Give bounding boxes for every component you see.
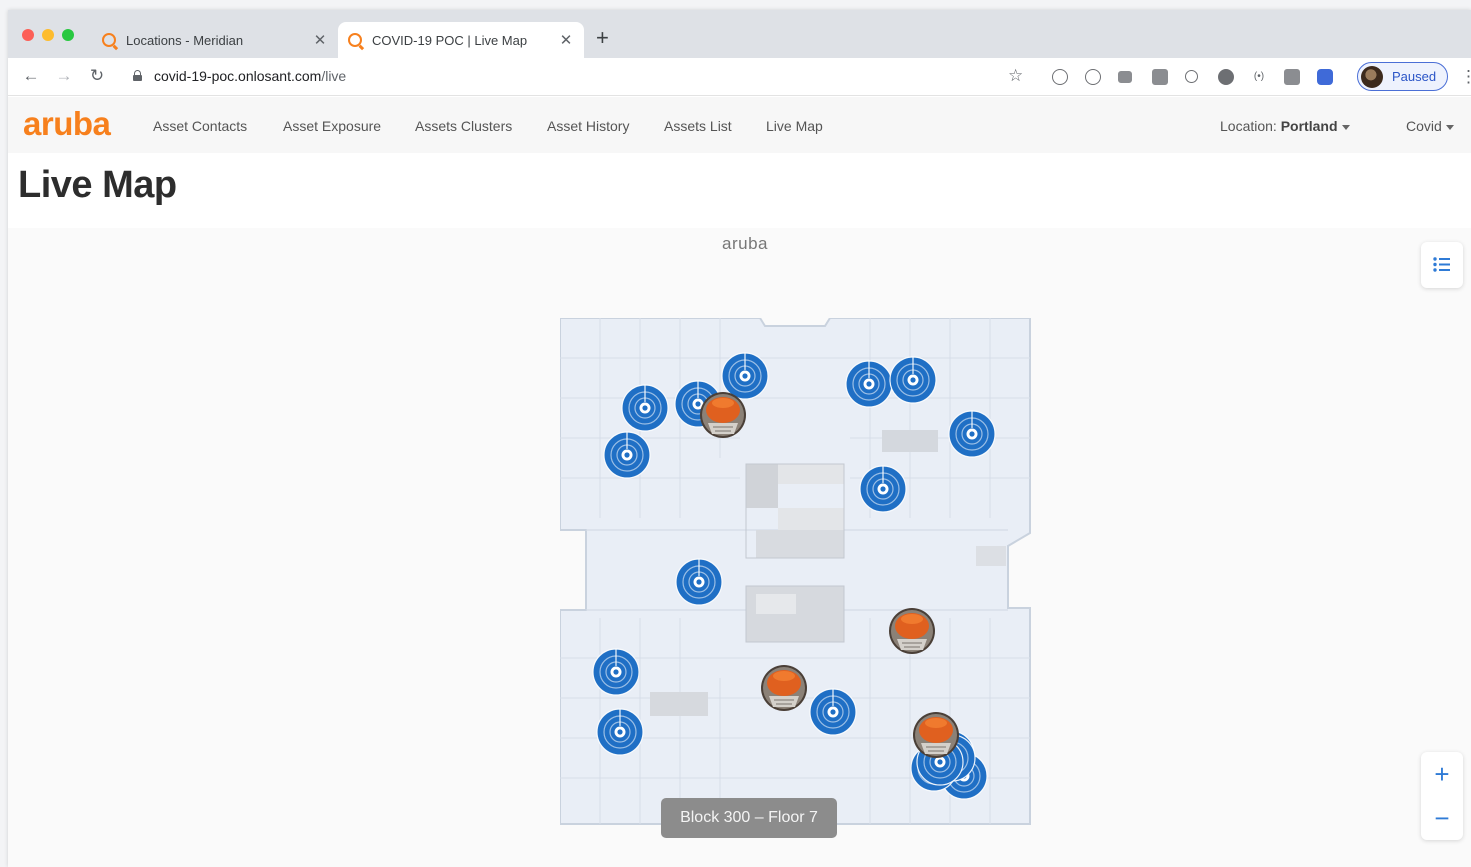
profile-button[interactable]: Paused bbox=[1357, 62, 1448, 91]
tab-strip: Locations - Meridian ✕ COVID-19 POC | Li… bbox=[8, 10, 1471, 58]
lock-icon[interactable] bbox=[133, 70, 142, 81]
profile-status: Paused bbox=[1392, 69, 1437, 84]
face-extension-icon[interactable] bbox=[1085, 69, 1101, 85]
browser-toolbar: ← → ↻ covid-19-poc.onlosant.com/live ☆ (… bbox=[8, 58, 1471, 96]
asset-marker[interactable] bbox=[889, 356, 937, 404]
url-host: covid-19-poc.onlosant.com bbox=[154, 68, 322, 84]
timer-extension-icon[interactable] bbox=[1185, 70, 1198, 83]
tab-title: Locations - Meridian bbox=[126, 32, 244, 48]
calendar-extension-icon[interactable] bbox=[1152, 69, 1168, 85]
nav-asset-contacts[interactable]: Asset Contacts bbox=[153, 118, 247, 134]
zoom-controls: + − bbox=[1421, 752, 1463, 840]
browser-menu-kebab-icon[interactable]: ⋮ bbox=[1460, 67, 1471, 87]
circle-extension-icon[interactable] bbox=[1218, 69, 1234, 85]
close-tab-icon[interactable]: ✕ bbox=[558, 31, 574, 49]
new-tab-plus-icon[interactable]: + bbox=[596, 27, 609, 49]
asset-marker[interactable] bbox=[845, 360, 893, 408]
zoom-out-minus-icon[interactable]: − bbox=[1421, 796, 1463, 840]
nav-live-map[interactable]: Live Map bbox=[766, 118, 823, 134]
meridian-favicon-icon bbox=[348, 33, 362, 47]
chevron-down-icon bbox=[1445, 124, 1454, 130]
reload-icon[interactable]: ↻ bbox=[86, 66, 108, 86]
broadcast-extension-icon[interactable]: (•) bbox=[1251, 69, 1267, 85]
browser-window: Locations - Meridian ✕ COVID-19 POC | Li… bbox=[8, 10, 1471, 867]
person-marker[interactable] bbox=[760, 664, 808, 712]
nav-assets-clusters[interactable]: Assets Clusters bbox=[415, 118, 512, 134]
person-marker[interactable] bbox=[699, 391, 747, 439]
box-extension-icon[interactable] bbox=[1284, 69, 1300, 85]
map-brand-label: aruba bbox=[722, 234, 768, 253]
avatar bbox=[1361, 65, 1383, 88]
list-view-button[interactable] bbox=[1421, 242, 1463, 288]
nav-asset-history[interactable]: Asset History bbox=[547, 118, 629, 134]
minimize-window-button[interactable] bbox=[42, 29, 54, 41]
asset-marker[interactable] bbox=[809, 688, 857, 736]
chat-extension-icon[interactable] bbox=[1118, 71, 1132, 83]
forward-arrow-icon[interactable]: → bbox=[53, 66, 75, 86]
address-bar[interactable]: covid-19-poc.onlosant.com/live bbox=[154, 68, 346, 84]
asset-marker[interactable] bbox=[948, 410, 996, 458]
asset-marker[interactable] bbox=[859, 465, 907, 513]
user-menu-dropdown[interactable]: Covid bbox=[1406, 118, 1454, 134]
location-label: Location: bbox=[1220, 118, 1277, 134]
chevron-down-icon bbox=[1341, 124, 1350, 130]
zoom-in-plus-icon[interactable]: + bbox=[1421, 752, 1463, 796]
meridian-favicon-icon bbox=[102, 33, 116, 47]
nav-assets-list[interactable]: Assets List bbox=[664, 118, 732, 134]
browser-tab-live-map[interactable]: COVID-19 POC | Live Map ✕ bbox=[338, 22, 584, 58]
asset-marker[interactable] bbox=[596, 708, 644, 756]
tab-title: COVID-19 POC | Live Map bbox=[372, 32, 528, 48]
asset-marker[interactable] bbox=[621, 384, 669, 432]
floor-label: Block 300 – Floor 7 bbox=[661, 798, 837, 838]
close-window-button[interactable] bbox=[22, 29, 34, 41]
nav-asset-exposure[interactable]: Asset Exposure bbox=[283, 118, 381, 134]
page-title: Live Map bbox=[18, 164, 177, 206]
person-marker[interactable] bbox=[912, 711, 960, 759]
map-container[interactable]: aruba Block 300 – Floor 7 + − bbox=[8, 228, 1471, 867]
bookmark-star-icon[interactable]: ☆ bbox=[1008, 66, 1023, 86]
asset-marker[interactable] bbox=[592, 648, 640, 696]
close-tab-icon[interactable]: ✕ bbox=[312, 31, 328, 49]
maximize-window-button[interactable] bbox=[62, 29, 74, 41]
url-path: /live bbox=[321, 68, 347, 84]
app-navbar: aruba Asset Contacts Asset Exposure Asse… bbox=[8, 97, 1471, 153]
person-marker[interactable] bbox=[888, 607, 936, 655]
user-menu-label: Covid bbox=[1406, 118, 1442, 134]
shield-extension-icon[interactable] bbox=[1317, 69, 1333, 85]
aruba-logo[interactable]: aruba bbox=[23, 105, 111, 143]
password-manager-extension-icon[interactable] bbox=[1052, 69, 1068, 85]
browser-tab-locations[interactable]: Locations - Meridian ✕ bbox=[92, 22, 338, 58]
asset-marker[interactable] bbox=[603, 431, 651, 479]
asset-marker[interactable] bbox=[721, 352, 769, 400]
location-value: Portland bbox=[1280, 118, 1338, 134]
back-arrow-icon[interactable]: ← bbox=[20, 66, 42, 86]
location-dropdown[interactable]: Location: Portland bbox=[1220, 118, 1350, 134]
list-icon bbox=[1433, 257, 1450, 272]
asset-marker[interactable] bbox=[675, 558, 723, 606]
floor-plan[interactable] bbox=[560, 318, 1032, 826]
